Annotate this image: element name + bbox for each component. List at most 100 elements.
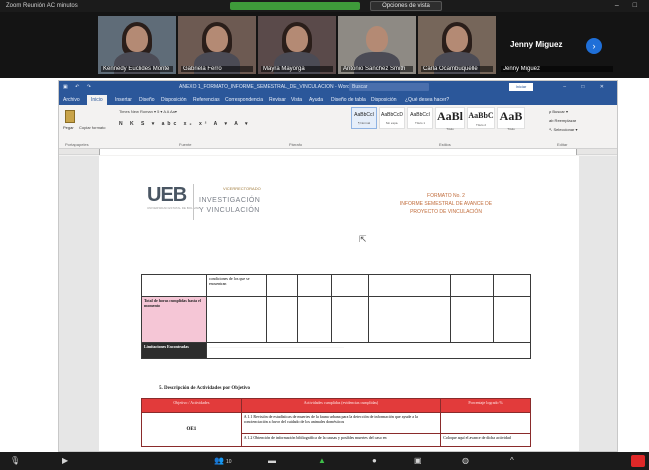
video-camera-icon[interactable]: ▶ (62, 455, 68, 467)
featured-participant-name: Jenny Miguez (510, 40, 563, 49)
screen-share-banner[interactable] (230, 2, 360, 10)
participant-name: Jenny Miguez (501, 66, 613, 72)
activity-cell[interactable]: A 1.1 Revisión de estadísticas de muerte… (240, 411, 442, 435)
objective-cell[interactable]: OE1 (141, 412, 242, 447)
header-line-3: PROYECTO DE VINCULACIÓN (410, 209, 482, 215)
style-sample: AaBbCcI (410, 112, 430, 118)
participant-tile[interactable]: Carla Ocambuquelle (418, 16, 496, 74)
participant-name: Mayra Mayorga (261, 66, 333, 72)
edit-group: ρ Buscar ▾ ab Reemplazar ↖ Seleccionar ▾ (549, 107, 577, 134)
tab-correspondencia[interactable]: Correspondencia (225, 95, 263, 105)
tab-inicio[interactable]: Inicio (87, 95, 107, 105)
participant-tile[interactable]: Gabriela Ferro (178, 16, 256, 74)
word-titlebar: ▣ ↶ ↷ ANEXO 1_FORMATO_INFORME_SEMESTRAL_… (59, 81, 617, 93)
tab-archivo[interactable]: Archivo (63, 95, 80, 105)
column-header: Actividades cumplidas (evidencias cumpli… (240, 398, 442, 413)
ribbon-group-labels: Portapapeles Fuente Párrafo Estilos Edit… (59, 142, 617, 149)
style-name: Título (446, 127, 454, 131)
quick-access-toolbar[interactable]: ▣ ↶ ↷ (63, 81, 94, 93)
tab-referencias[interactable]: Referencias (193, 95, 220, 105)
style-name: Título 1 (414, 121, 425, 125)
logo-divider (193, 184, 194, 220)
limitations-field[interactable]: ........................................… (205, 342, 532, 359)
style-sample: AaBbCcD (381, 112, 403, 118)
column-header: Objetivo / Actividades (141, 398, 242, 413)
section-title: 5. Descripción de Actividades por Objeti… (159, 386, 251, 391)
format-painter-button[interactable]: Copiar formato (79, 125, 105, 130)
reactions-icon[interactable]: ▣ (414, 455, 422, 467)
activity-cell[interactable]: A 1.2 Obtención de información bibliográ… (240, 433, 442, 447)
table-header-row: Objetivo / Actividades Actividades cumpl… (141, 398, 531, 413)
unit-line-2: Y VINCULACIÓN (199, 207, 260, 214)
zoom-titlebar: Zoom Reunión AC minutos Opciones de vist… (0, 0, 649, 12)
replace-button[interactable]: ab Reemplazar (549, 116, 577, 125)
find-button[interactable]: ρ Buscar ▾ (549, 107, 577, 116)
word-window-controls[interactable]: – □ ✕ (563, 81, 611, 93)
percentage-cell[interactable]: Coloque aquí el avance de dicha activida… (440, 433, 531, 447)
end-meeting-button[interactable] (631, 455, 645, 467)
zoom-window-title: Zoom Reunión AC minutos (6, 3, 78, 9)
participant-video (366, 26, 388, 52)
table-row: condiciones de los que se encuentran (141, 274, 531, 297)
tab-revisar[interactable]: Revisar (269, 95, 286, 105)
style-sample: AaB (499, 109, 523, 123)
sign-in-button[interactable]: Iniciar (509, 83, 533, 91)
zoom-meeting-controls: 🎙 ▶ 👥 10 ▬ ▲ ● ▣ ◍ ^ (0, 452, 649, 470)
participant-tile[interactable]: Kennedy Euclides Monte (98, 16, 176, 74)
style-titulo-2[interactable]: AaBbC Título 2 (467, 107, 495, 129)
activities-table[interactable]: Objetivo / Actividades Actividades cumpl… (141, 398, 531, 447)
zoom-window-controls[interactable]: – □ (615, 0, 643, 12)
tab-insertar[interactable]: Insertar (115, 95, 132, 105)
view-options-button[interactable]: Opciones de vista (370, 1, 442, 11)
participants-count: 10 (225, 459, 232, 465)
style-titulo-1[interactable]: AaBbCcI Título 1 (407, 107, 433, 129)
apps-icon[interactable]: ◍ (462, 455, 469, 467)
font-name-size-row[interactable]: Times New Roman ▾ 5 ▾ A A Aa▾ (119, 109, 177, 114)
participant-tile[interactable]: Mayra Mayorga (258, 16, 336, 74)
participant-tile-featured[interactable]: Jenny Miguez › Jenny Miguez (498, 16, 616, 74)
more-chevron-icon[interactable]: ^ (510, 455, 514, 467)
header-line-2: INFORME SEMESTRAL DE AVANCE DE (399, 201, 493, 207)
vicerrectorado-label: VICERRECTORADO (223, 186, 261, 191)
group-label-font: Fuente (179, 142, 192, 147)
group-label-styles: Estilos (439, 142, 451, 147)
style-name: Título 2 (475, 123, 486, 127)
paste-icon[interactable] (65, 110, 75, 123)
tab-disposicion[interactable]: Disposición (161, 95, 187, 105)
participants-button[interactable]: 👥 10 (214, 455, 232, 468)
table-row: OE1 A 1.1 Revisión de estadísticas de mu… (141, 411, 531, 447)
style-name: ¶ Normal (357, 121, 371, 125)
style-name: Sin espa. (385, 121, 399, 125)
progress-table[interactable]: condiciones de los que se encuentran Tot… (141, 274, 532, 359)
style-sin-espaciado[interactable]: AaBbCcD Sin espa. (379, 107, 405, 129)
style-titulo-alt[interactable]: AaB Título (497, 107, 525, 131)
share-screen-icon[interactable]: ▲ (318, 455, 326, 467)
style-normal[interactable]: AaBbCcI ¶ Normal (351, 107, 377, 129)
ruler[interactable] (59, 149, 617, 155)
group-label-edit: Editar (557, 142, 568, 147)
participant-tile[interactable]: Antonio Sanchez Smith (338, 16, 416, 74)
document-page[interactable]: UEB UNIVERSIDAD ESTATAL DE BOLÍVAR VICER… (99, 156, 579, 451)
participant-name: Carla Ocambuquelle (421, 66, 493, 72)
tab-diseno-tabla[interactable]: Diseño de tabla (331, 95, 366, 105)
document-area[interactable]: UEB UNIVERSIDAD ESTATAL DE BOLÍVAR VICER… (59, 156, 617, 451)
chat-icon[interactable]: ▬ (268, 455, 276, 467)
font-format-row[interactable]: N K S ▾ abc x₂ x² A ▾ A ▾ (119, 121, 251, 127)
select-button[interactable]: ↖ Seleccionar ▾ (549, 125, 577, 134)
word-search-input[interactable]: Buscar (349, 83, 429, 91)
tab-diseno[interactable]: Diseño (139, 95, 155, 105)
tab-disposicion-tabla[interactable]: Disposición (371, 95, 397, 105)
paste-button-label[interactable]: Pegar (63, 125, 74, 130)
ruler-scale (99, 149, 577, 155)
record-icon[interactable]: ● (372, 455, 377, 467)
table-row: Total de horas cumplidas hasta el moment… (141, 296, 531, 343)
microphone-icon[interactable]: 🎙 (10, 455, 20, 467)
tab-ayuda[interactable]: Ayuda (309, 95, 323, 105)
ribbon-tabs: Archivo Inicio Insertar Diseño Disposici… (59, 93, 617, 105)
next-page-arrow-icon[interactable]: › (586, 38, 602, 54)
table-cell[interactable]: condiciones de los que se encuentran (205, 274, 268, 297)
style-titulo[interactable]: AaBl Título (435, 107, 465, 131)
tell-me-search[interactable]: ¿Qué desea hacer? (405, 95, 449, 105)
tab-vista[interactable]: Vista (291, 95, 302, 105)
total-hours-label: Total de horas cumplidas hasta el moment… (141, 296, 207, 343)
